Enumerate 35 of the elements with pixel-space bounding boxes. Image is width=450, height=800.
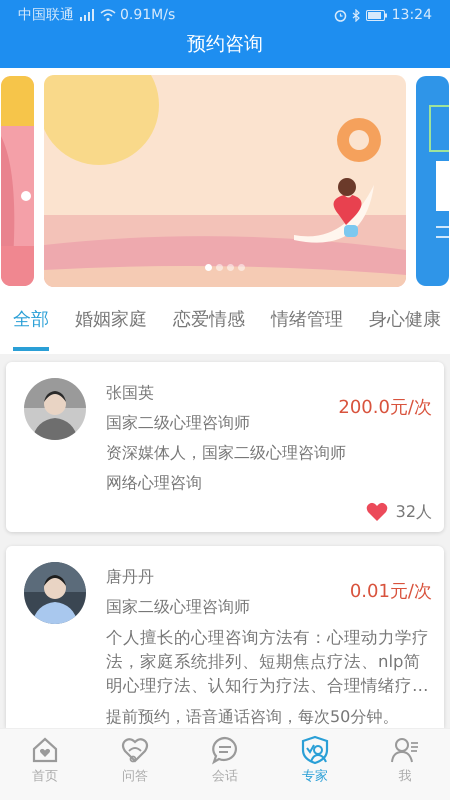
price-text: 200.0元/次 [338,396,432,420]
network-speed: 0.91M/s [120,6,176,24]
nav-tab[interactable]: 专家 [270,728,360,800]
carousel-dot[interactable] [238,264,245,271]
carousel-dot[interactable] [216,264,223,271]
home-icon [30,734,60,765]
category-tab[interactable]: 婚姻家庭 [75,305,147,352]
shield-person-icon [300,734,330,765]
expert-title: 国家二级心理咨询师 [106,596,251,618]
likes-count: 32人 [396,500,432,523]
expert-card[interactable]: 唐丹丹 国家二级心理咨询师 0.01元/次 个人擅长的心理咨询方法有：心理动力学疗法，家庭系统排列、短期焦点疗法、nlp简明心理疗法、认知行为疗法、合理情绪疗… 提前预约，语音通话咨询，每次50分钟。 [6,546,444,728]
expert-description: 资深媒体人，国家二级心理咨询师 [106,442,347,464]
carrier-name: 中国联通 [18,6,74,24]
clock-time: 13:24 [392,6,432,24]
service-text: 网络心理咨询 [106,472,203,494]
carousel-dot[interactable] [227,264,234,271]
category-tab[interactable]: 恋爱情感 [173,305,245,352]
expert-title: 国家二级心理咨询师 [106,412,251,434]
battery-icon [366,10,388,20]
category-tab[interactable]: 身心健康 [369,305,441,352]
page-title: 预约咨询 [187,32,263,57]
heart-icon [366,502,388,522]
expert-description: 个人擅长的心理咨询方法有：心理动力学疗法，家庭系统排列、短期焦点疗法、nlp简明心理疗法、认知行为疗法、合理情绪疗… [106,626,430,697]
expert-card[interactable]: 张国英 国家二级心理咨询师 200.0元/次 资深媒体人，国家二级心理咨询师 网络心理咨询 32人 [6,362,444,532]
service-text: 提前预约，语音通话咨询，每次50分钟。 [106,706,400,728]
signal-icon [78,9,96,21]
chat-icon [210,734,240,765]
bluetooth-icon [352,8,361,22]
wifi-icon [100,9,116,21]
category-tab[interactable]: 全部 [13,305,49,352]
expert-name: 张国英 [106,382,155,404]
category-tab[interactable]: 情绪管理 [271,305,343,352]
expert-name: 唐丹丹 [106,566,155,588]
price-text: 0.01元/次 [350,580,432,604]
alarm-icon [334,8,347,22]
